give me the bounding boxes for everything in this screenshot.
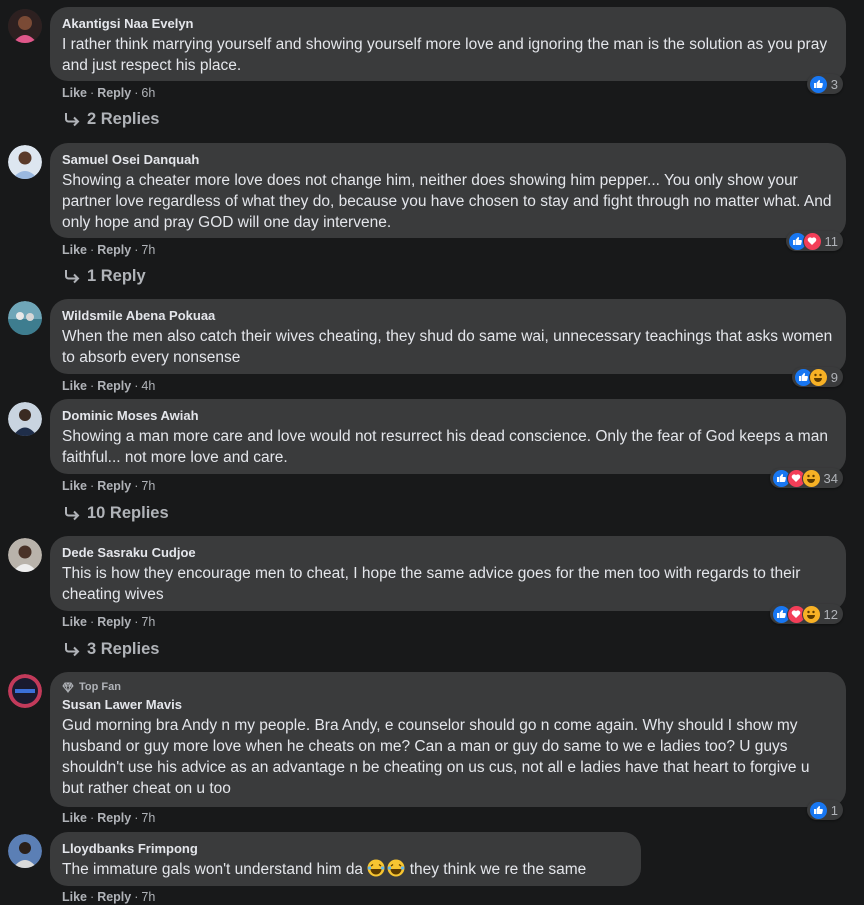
diamond-icon — [62, 681, 74, 693]
avatar[interactable] — [8, 145, 42, 179]
view-replies-button[interactable]: 3 Replies — [64, 640, 159, 659]
haha-reaction-icon — [808, 367, 828, 387]
reaction-count: 3 — [830, 76, 838, 92]
replies-count: 3 Replies — [87, 640, 160, 658]
like-link[interactable]: Like — [62, 243, 87, 257]
comment-actions: Like · Reply · 7h — [62, 479, 156, 493]
replies-count: 2 Replies — [87, 110, 160, 128]
avatar[interactable] — [8, 834, 42, 868]
reply-link[interactable]: Reply — [97, 243, 131, 257]
like-link[interactable]: Like — [62, 890, 87, 904]
avatar[interactable] — [8, 301, 42, 335]
reply-arrow-icon — [65, 113, 80, 127]
top-fan-badge[interactable]: Top Fan — [62, 680, 834, 694]
reaction-summary[interactable]: 1 — [806, 800, 843, 820]
comment-author[interactable]: Dede Sasraku Cudjoe — [62, 544, 834, 561]
replies-count: 10 Replies — [87, 504, 169, 522]
timestamp[interactable]: 7h — [141, 615, 155, 629]
haha-reaction-icon — [801, 604, 821, 624]
comment-bubble: Dede Sasraku Cudjoe This is how they enc… — [50, 536, 846, 611]
like-link[interactable]: Like — [62, 86, 87, 100]
haha-reaction-icon — [801, 468, 821, 488]
comment-actions: Like · Reply · 6h — [62, 86, 156, 100]
comment-text: When the men also catch their wives chea… — [62, 328, 833, 366]
avatar[interactable] — [8, 538, 42, 572]
reaction-count: 11 — [824, 233, 839, 249]
reply-link[interactable]: Reply — [97, 615, 131, 629]
timestamp[interactable]: 7h — [141, 243, 155, 257]
comment-text: The immature gals won't understand him d… — [62, 859, 629, 883]
comment-text: Showing a man more care and love would n… — [62, 428, 828, 466]
comment-bubble: Wildsmile Abena Pokuaa When the men also… — [50, 299, 846, 374]
reaction-summary[interactable]: 11 — [785, 231, 843, 251]
comment-text: I rather think marrying yourself and sho… — [62, 36, 828, 74]
comment-actions: Like · Reply · 7h — [62, 243, 156, 257]
reaction-count: 9 — [830, 369, 838, 385]
comment-bubble: Akantigsi Naa Evelyn I rather think marr… — [50, 7, 846, 81]
timestamp[interactable]: 4h — [141, 379, 155, 393]
reply-link[interactable]: Reply — [97, 379, 131, 393]
avatar[interactable] — [8, 402, 42, 436]
reaction-summary[interactable]: 12 — [769, 604, 843, 624]
comment-author[interactable]: Akantigsi Naa Evelyn — [62, 15, 834, 32]
reply-link[interactable]: Reply — [97, 811, 131, 825]
reply-arrow-icon — [65, 643, 80, 657]
reaction-count: 1 — [830, 802, 838, 818]
comment-bubble: Samuel Osei Danquah Showing a cheater mo… — [50, 143, 846, 238]
comment-author[interactable]: Samuel Osei Danquah — [62, 151, 834, 168]
reply-arrow-icon — [65, 270, 80, 284]
comment-bubble: Dominic Moses Awiah Showing a man more c… — [50, 399, 846, 474]
reaction-count: 12 — [823, 606, 838, 622]
comment-actions: Like · Reply · 7h — [62, 615, 156, 629]
reaction-summary[interactable]: 9 — [791, 367, 843, 387]
reply-link[interactable]: Reply — [97, 479, 131, 493]
like-link[interactable]: Like — [62, 615, 87, 629]
reaction-summary[interactable]: 3 — [806, 74, 843, 94]
comment-actions: Like · Reply · 7h — [62, 890, 156, 904]
like-reaction-icon — [808, 800, 828, 820]
like-link[interactable]: Like — [62, 379, 87, 393]
laughing-emoji-icon — [387, 859, 405, 883]
comment-bubble: Lloydbanks Frimpong The immature gals wo… — [50, 832, 641, 886]
timestamp[interactable]: 7h — [141, 479, 155, 493]
badge-label: Top Fan — [79, 681, 121, 693]
reply-arrow-icon — [65, 507, 80, 521]
like-link[interactable]: Like — [62, 479, 87, 493]
reaction-count: 34 — [823, 470, 838, 486]
view-replies-button[interactable]: 10 Replies — [64, 504, 169, 523]
like-link[interactable]: Like — [62, 811, 87, 825]
view-replies-button[interactable]: 1 Reply — [64, 267, 146, 286]
comment-text: Showing a cheater more love does not cha… — [62, 172, 832, 231]
timestamp[interactable]: 6h — [141, 86, 155, 100]
reply-link[interactable]: Reply — [97, 890, 131, 904]
comment-bubble: Top Fan Susan Lawer Mavis Gud morning br… — [50, 672, 846, 807]
avatar[interactable] — [8, 674, 42, 708]
view-replies-button[interactable]: 2 Replies — [64, 110, 159, 129]
avatar[interactable] — [8, 9, 42, 43]
replies-count: 1 Reply — [87, 267, 146, 285]
comment-text: This is how they encourage men to cheat,… — [62, 565, 801, 603]
reply-link[interactable]: Reply — [97, 86, 131, 100]
comment-author[interactable]: Wildsmile Abena Pokuaa — [62, 307, 834, 324]
comment-actions: Like · Reply · 7h — [62, 811, 156, 825]
comment-actions: Like · Reply · 4h — [62, 379, 156, 393]
reaction-summary[interactable]: 34 — [769, 468, 843, 488]
comment-author[interactable]: Susan Lawer Mavis — [62, 696, 834, 713]
love-reaction-icon — [802, 231, 822, 251]
comment-author[interactable]: Lloydbanks Frimpong — [62, 840, 629, 857]
like-reaction-icon — [808, 74, 828, 94]
comment-text-part: The immature gals won't understand him d… — [62, 861, 364, 878]
comment-text-part: they think we re the same — [409, 861, 587, 878]
laughing-emoji-icon — [367, 859, 385, 883]
comment-text: Gud morning bra Andy n my people. Bra An… — [62, 717, 810, 797]
timestamp[interactable]: 7h — [141, 890, 155, 904]
timestamp[interactable]: 7h — [141, 811, 155, 825]
comment-author[interactable]: Dominic Moses Awiah — [62, 407, 834, 424]
